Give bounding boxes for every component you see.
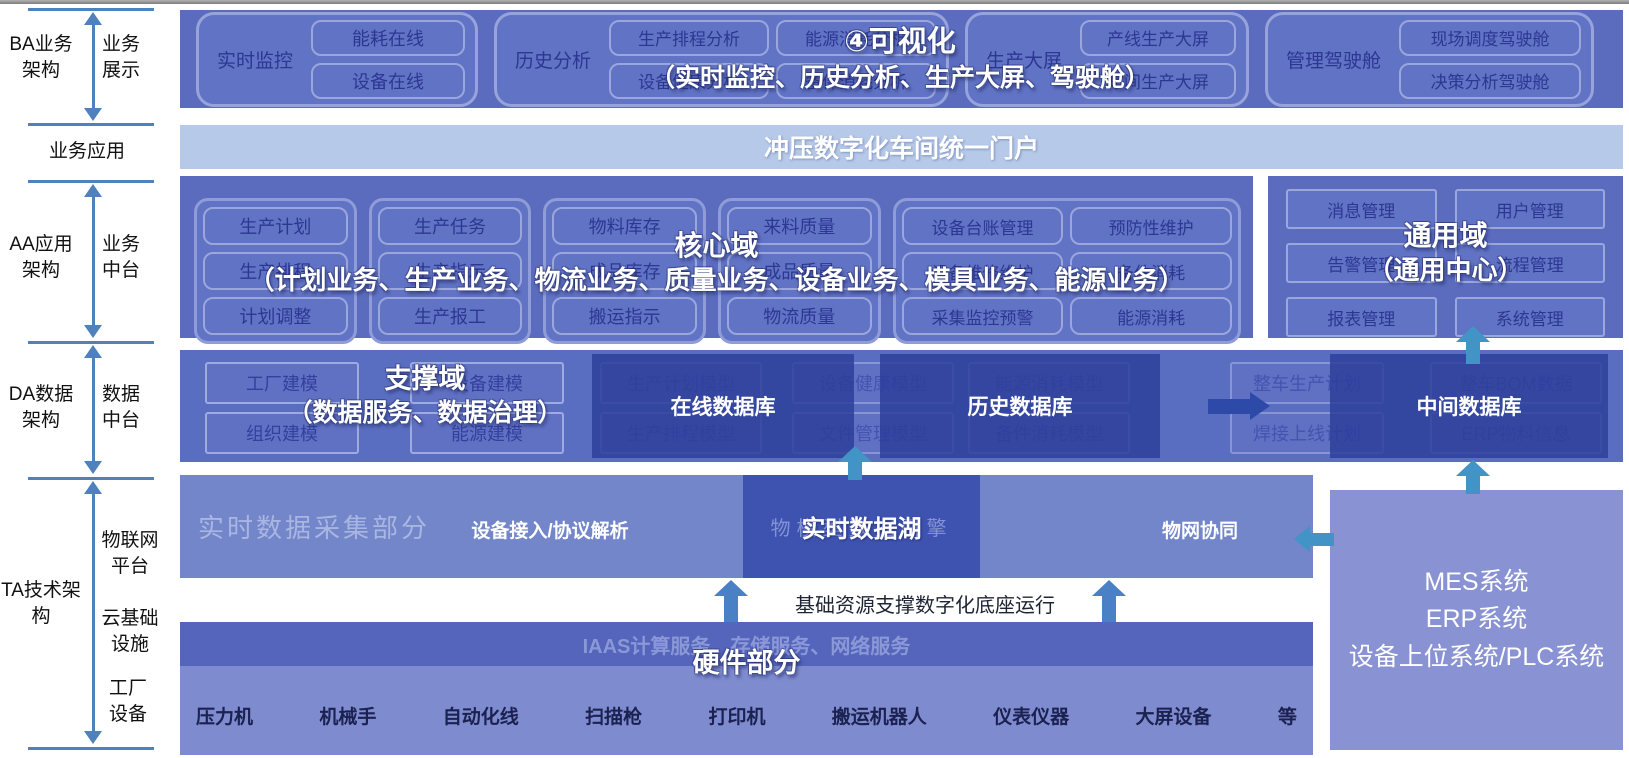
rail-label-cloud-infra: 云基础设施 [97,606,163,657]
rail-label-da: DA数据架构 [0,382,82,433]
mes-system-label: MES系统 [1424,564,1528,602]
overlay-line1: 核心域 [180,228,1253,264]
common-overlay-title: 通用域 （通用中心） [1268,218,1623,288]
foundation-caption: 基础资源支撑数字化底座运行 [760,589,1090,618]
data-collection-title: 实时数据采集部分 [198,508,430,545]
hardware-item: 仪表仪器 [993,702,1069,729]
overlay-line2: （数据服务、数据治理） [190,397,660,430]
overlay-line2: （实时监控、历史分析、生产大屏、驾驶舱） [400,62,1400,95]
hardware-item: 搬运机器人 [832,702,927,729]
rail-separator [28,477,154,480]
core-domain-panel: 生产计划 生产排程 计划调整 生产任务 生产指示 生产报工 物料库存 成品库存 … [180,176,1253,338]
overlay-line1: 通用域 [1268,218,1623,254]
rail-label-iot-platform: 物联网平台 [97,528,163,579]
rail-label-ba: BA业务架构 [0,32,82,83]
device-access-label: 设备接入/协议解析 [440,516,660,543]
rail-separator [28,180,154,183]
external-systems-box: MES系统 ERP系统 设备上位系统/PLC系统 [1330,490,1623,750]
hardware-items-row: 压力机 机械手 自动化线 扫描枪 打印机 搬运机器人 仪表仪器 大屏设备 等 [196,702,1297,729]
hardware-item: 打印机 [708,702,765,729]
overlay-line2: （通用中心） [1268,254,1623,288]
rail-label-ta: TA技术架构 [0,578,82,629]
hardware-item: 自动化线 [443,702,519,729]
up-arrow-icon [714,580,748,622]
realtime-data-lake-box: 物模型数据引擎 实时数据湖 [743,475,980,578]
data-collection-panel: 实时数据采集部分 设备接入/协议解析 物模型数据引擎 实时数据湖 物网协同 [180,475,1313,578]
up-arrow-icon [1456,326,1490,364]
left-arrow-icon [1294,526,1334,552]
overlay-line1: 硬件部分 [180,646,1313,681]
overlay-line1: ④可视化 [400,24,1400,62]
rail-separator [28,747,154,750]
architecture-diagram: BA业务架构 业务展示 业务应用 AA应用架构 业务中台 DA数据架构 数据中台… [0,0,1629,758]
overlay-line1: 支撑域 [190,362,660,397]
rail-separator [28,123,154,126]
hardware-overlay-title: 硬件部分 [180,646,1313,681]
hardware-item: 压力机 [196,702,253,729]
rail-separator [28,8,154,11]
viz-item: 现场调度驾驶舱 [1399,20,1581,56]
rail-separator [28,341,154,344]
portal-banner-text: 冲压数字化车间统一门户 [764,129,1039,165]
core-item: 物流质量 [727,297,872,335]
up-arrow-icon [838,446,872,480]
portal-banner: 冲压数字化车间统一门户 [180,125,1623,169]
core-item: 能源消耗 [1070,297,1232,335]
rail-label-da-right: 数据中台 [98,382,144,433]
rail-label-ba-right: 业务展示 [98,32,144,83]
visualization-panel: 实时监控 能耗在线 设备在线 历史分析 生产排程分析 能源消耗分析 设备健康分析… [180,10,1623,108]
hardware-item: 大屏设备 [1136,702,1212,729]
middle-database-box: 中间数据库 [1330,354,1608,458]
core-item: 搬运指示 [552,297,697,335]
core-item: 生产报工 [378,297,523,335]
common-item: 报表管理 [1286,297,1437,337]
hardware-panel: IAAS计算服务、存储服务、网络服务 硬件部分 压力机 机械手 自动化线 扫描枪… [180,622,1313,755]
viz-item: 决策分析驾驶舱 [1399,63,1581,99]
plc-system-label: 设备上位系统/PLC系统 [1349,639,1605,677]
up-arrow-icon [1092,580,1126,622]
overlay-line2: （计划业务、生产业务、物流业务、质量业务、设备业务、模具业务、能源业务） [180,264,1253,298]
core-item: 采集监控预警 [902,297,1064,335]
group-label: 实时监控 [209,46,301,73]
support-domain-panel: 工厂建模 设备建模 组织建模 能源建模 生产计划模型 设备健康模型 能源消耗模型… [180,350,1623,462]
erp-system-label: ERP系统 [1426,601,1527,639]
up-arrow-icon [1456,460,1490,494]
rail-label-factory-equip: 工厂设备 [102,676,154,727]
rail-label-aa: AA应用架构 [0,232,82,283]
right-arrow-icon [1208,392,1270,420]
hardware-item: 等 [1278,702,1297,729]
viz-overlay-title: ④可视化 （实时监控、历史分析、生产大屏、驾驶舱） [400,24,1400,94]
core-overlay-title: 核心域 （计划业务、生产业务、物流业务、质量业务、设备业务、模具业务、能源业务） [180,228,1253,298]
support-overlay-title: 支撑域 （数据服务、数据治理） [190,362,660,430]
common-domain-panel: 消息管理 用户管理 告警管理 流程管理 报表管理 系统管理 通用域 （通用中心） [1268,176,1623,338]
iot-collaboration-label: 物网协同 [1080,516,1320,543]
core-item: 计划调整 [203,297,348,335]
hardware-item: 扫描枪 [585,702,642,729]
top-divider [0,0,1629,4]
hardware-item: 机械手 [319,702,376,729]
history-database-box: 历史数据库 [880,354,1160,458]
realtime-data-lake-label: 实时数据湖 [743,475,980,578]
rail-label-biz-app: 业务应用 [22,139,152,165]
rail-label-aa-right: 业务中台 [98,232,144,283]
